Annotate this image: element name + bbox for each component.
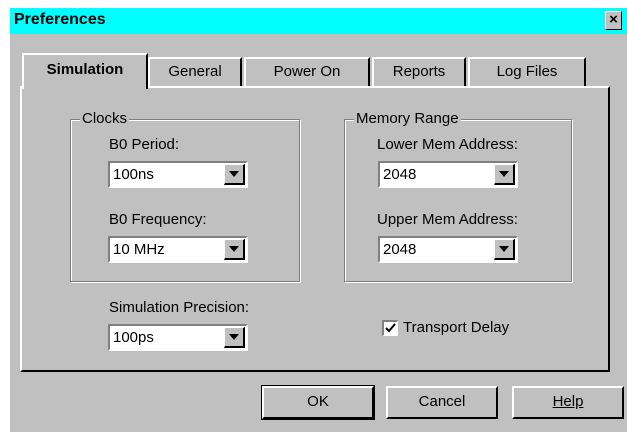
b0-period-label: B0 Period: (109, 136, 180, 153)
tab-log-files[interactable]: Log Files (468, 57, 586, 87)
chevron-down-icon[interactable] (494, 239, 515, 260)
b0-frequency-select[interactable]: 10 MHz (108, 236, 248, 263)
lower-mem-address-select[interactable]: 2048 (378, 161, 518, 188)
b0-frequency-value: 10 MHz (113, 241, 165, 258)
tab-simulation[interactable]: Simulation (22, 53, 148, 89)
close-button[interactable]: × (605, 11, 622, 30)
b0-period-value: 100ns (113, 166, 154, 183)
upper-mem-address-label: Upper Mem Address: (377, 211, 518, 228)
simulation-precision-label: Simulation Precision: (109, 299, 250, 316)
preferences-dialog: Preferences × Simulation General Power O… (0, 0, 627, 432)
b0-period-select[interactable]: 100ns (108, 161, 248, 188)
transport-delay-label[interactable]: Transport Delay (403, 319, 509, 336)
simulation-tab-panel: Clocks B0 Period: 100ns B0 Frequency: 10… (20, 86, 610, 372)
upper-mem-address-value: 2048 (383, 241, 417, 258)
simulation-precision-value: 100ps (113, 329, 154, 346)
lower-mem-address-label: Lower Mem Address: (377, 136, 518, 153)
chevron-down-icon[interactable] (494, 164, 515, 185)
tab-general[interactable]: General (148, 57, 242, 87)
cancel-button[interactable]: Cancel (386, 386, 498, 419)
chevron-down-icon[interactable] (224, 327, 245, 348)
chevron-down-icon[interactable] (224, 239, 245, 260)
title-bar[interactable]: Preferences (10, 8, 627, 34)
b0-frequency-label: B0 Frequency: (109, 211, 207, 228)
transport-delay-checkbox[interactable] (382, 320, 398, 336)
close-icon: × (609, 11, 618, 28)
tab-power-on[interactable]: Power On (244, 57, 370, 87)
upper-mem-address-select[interactable]: 2048 (378, 236, 518, 263)
tab-reports[interactable]: Reports (372, 57, 466, 87)
clocks-group-label: Clocks (80, 110, 130, 127)
lower-mem-address-value: 2048 (383, 166, 417, 183)
chevron-down-icon[interactable] (224, 164, 245, 185)
simulation-precision-select[interactable]: 100ps (108, 324, 248, 351)
ok-button[interactable]: OK (261, 385, 375, 420)
checkmark-icon (385, 323, 396, 333)
memory-range-group-label: Memory Range (354, 110, 461, 127)
help-button[interactable]: Help (512, 386, 624, 419)
dialog-title: Preferences (14, 11, 106, 28)
